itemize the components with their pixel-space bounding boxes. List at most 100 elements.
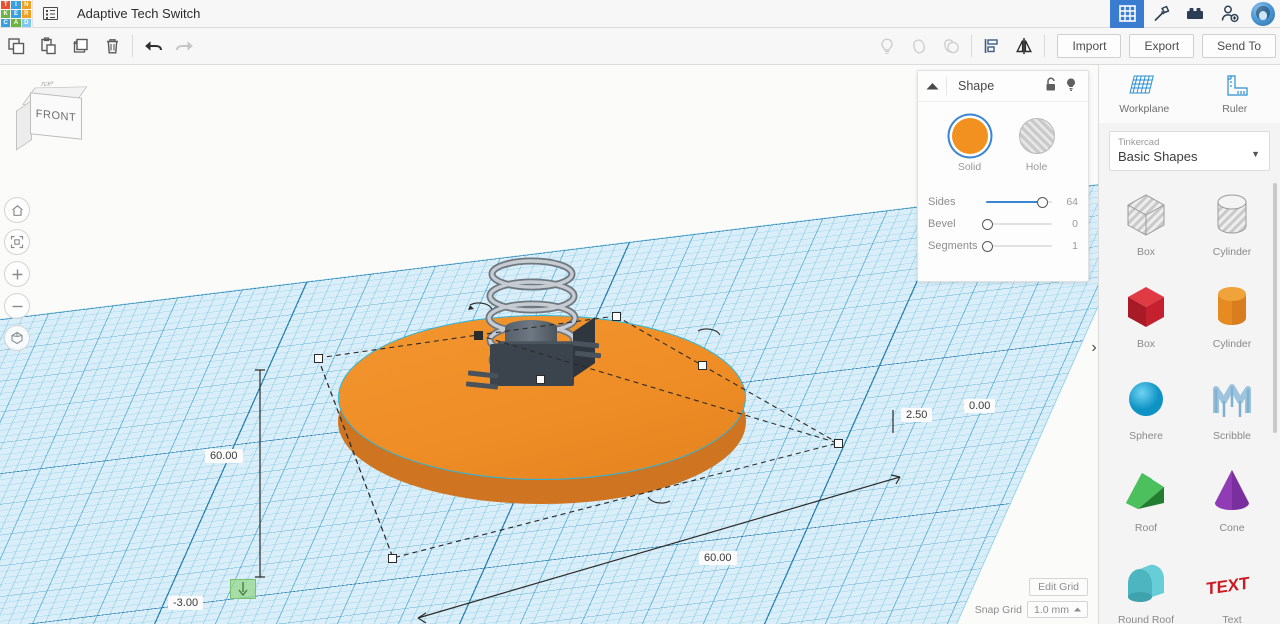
shape-item-box-hole[interactable]: Box (1103, 181, 1189, 273)
inspector-header: Shape (918, 71, 1088, 102)
shape-label: Sphere (1129, 430, 1163, 442)
chevron-down-icon[interactable]: ▼ (1251, 149, 1260, 159)
workplane-offset-dimension[interactable]: 0.00 (964, 399, 995, 413)
depth-dimension[interactable]: 60.00 (205, 449, 243, 463)
user-avatar[interactable] (1246, 0, 1280, 28)
shape-item-roof[interactable]: Roof (1103, 457, 1189, 549)
grid-view-icon[interactable] (1110, 0, 1144, 28)
add-person-icon[interactable] (1212, 0, 1246, 28)
shape-item-cylinder-hole[interactable]: Cylinder (1189, 181, 1275, 273)
tools-hammer-icon[interactable] (1144, 0, 1178, 28)
shape-label: Roof (1135, 522, 1157, 534)
z-offset-dimension[interactable]: -3.00 (168, 596, 203, 610)
logo-tile-4: E (11, 10, 20, 18)
fit-to-view-icon[interactable] (4, 229, 30, 255)
ruler-tool[interactable]: Ruler (1190, 65, 1280, 123)
sides-slider[interactable] (982, 195, 1056, 209)
ruler-icon (1220, 73, 1250, 99)
resize-handle[interactable] (612, 312, 621, 321)
view-cube[interactable]: TOP FRONT (14, 75, 88, 149)
shape-label: Cylinder (1213, 338, 1252, 350)
ruler-label: Ruler (1222, 103, 1247, 115)
list-menu-icon[interactable] (33, 0, 67, 28)
solid-swatch[interactable] (952, 118, 988, 154)
shape-item-round-roof[interactable]: Round Roof (1103, 549, 1189, 624)
light-bulb-icon[interactable] (1064, 77, 1078, 95)
import-button[interactable]: Import (1057, 34, 1121, 58)
undo-icon[interactable] (137, 28, 169, 64)
divider (132, 35, 133, 57)
edit-grid-button[interactable]: Edit Grid (1029, 578, 1088, 596)
send-to-button[interactable]: Send To (1202, 34, 1276, 58)
blocks-brick-icon[interactable] (1178, 0, 1212, 28)
switch-body (490, 344, 574, 386)
bevel-slider[interactable] (982, 217, 1056, 231)
shape-label: Round Roof (1118, 614, 1174, 624)
shapes-row: Sphere Scribble (1103, 365, 1277, 457)
document-title: Adaptive Tech Switch (77, 6, 200, 21)
paste-icon[interactable] (32, 28, 64, 64)
shapes-panel-scrollbar[interactable] (1273, 183, 1277, 433)
home-view-icon[interactable] (4, 197, 30, 223)
view-cube-front-face[interactable]: FRONT (30, 92, 82, 139)
shape-label: Box (1137, 246, 1155, 258)
resize-handle[interactable] (536, 375, 545, 384)
bevel-slider-knob[interactable] (982, 219, 993, 230)
resize-handle[interactable] (474, 331, 483, 340)
bevel-value[interactable]: 0 (1056, 218, 1078, 230)
snap-grid-value: 1.0 mm (1034, 604, 1069, 616)
switch-object[interactable] (480, 250, 620, 410)
viewport-nav-controls (4, 197, 32, 357)
panel-tools: Workplane Ruler (1099, 65, 1280, 123)
shape-item-cylinder-solid[interactable]: Cylinder (1189, 273, 1275, 365)
bevel-label: Bevel (928, 218, 982, 230)
shape-label: Cylinder (1213, 246, 1252, 258)
logo-tile-3: K (1, 10, 10, 18)
shape-library-select[interactable]: Tinkercad Basic Shapes ▼ (1109, 131, 1270, 171)
segments-label: Segments (928, 240, 982, 252)
zoom-out-icon[interactable] (4, 293, 30, 319)
solid-material-option[interactable]: Solid (952, 118, 988, 173)
sides-slider-knob[interactable] (1037, 197, 1048, 208)
zoom-in-icon[interactable] (4, 261, 30, 287)
caret-up-icon[interactable] (918, 71, 946, 101)
tinkercad-logo[interactable]: T I N K E R C A D (0, 0, 32, 28)
action-bar: Import Export Send To (0, 28, 1280, 65)
mirror-icon[interactable] (1008, 28, 1040, 64)
shape-item-sphere[interactable]: Sphere (1103, 365, 1189, 457)
shape-item-box-solid[interactable]: Box (1103, 273, 1189, 365)
redo-icon (169, 28, 201, 64)
segments-slider[interactable] (982, 239, 1056, 253)
shape-item-cone[interactable]: Cone (1189, 457, 1275, 549)
segments-slider-knob[interactable] (982, 241, 993, 252)
hole-material-option[interactable]: Hole (1019, 118, 1055, 173)
workplane-tool[interactable]: Workplane (1099, 65, 1190, 123)
snap-grid-select[interactable]: 1.0 mm (1027, 601, 1088, 618)
delete-trash-icon[interactable] (96, 28, 128, 64)
shape-label: Scribble (1213, 430, 1251, 442)
unlock-icon[interactable] (1044, 77, 1058, 95)
copy-icon[interactable] (0, 28, 32, 64)
perspective-toggle-icon[interactable] (4, 325, 30, 351)
export-button[interactable]: Export (1129, 34, 1194, 58)
resize-handle[interactable] (314, 354, 323, 363)
width-dimension[interactable]: 60.00 (699, 551, 737, 565)
height-dimension[interactable]: 2.50 (901, 408, 932, 422)
shapes-grid[interactable]: Box Cylinder (1099, 175, 1280, 624)
shape-item-text[interactable]: TEXT Text (1189, 549, 1275, 624)
sides-value[interactable]: 64 (1056, 196, 1078, 208)
resize-handle[interactable] (388, 554, 397, 563)
logo-tile-8: D (22, 19, 31, 27)
z-height-handle[interactable] (230, 579, 256, 599)
logo-tile-1: I (11, 1, 20, 9)
library-group-label: Tinkercad (1118, 137, 1261, 148)
resize-handle[interactable] (834, 439, 843, 448)
segments-value[interactable]: 1 (1056, 240, 1078, 252)
library-selected-value: Basic Shapes (1118, 149, 1261, 164)
shape-item-scribble[interactable]: Scribble (1189, 365, 1275, 457)
duplicate-icon[interactable] (64, 28, 96, 64)
hole-swatch[interactable] (1019, 118, 1055, 154)
resize-handle[interactable] (698, 361, 707, 370)
shape-parameter-sliders: Sides 64 Bevel 0 (918, 191, 1088, 257)
align-icon[interactable] (976, 28, 1008, 64)
